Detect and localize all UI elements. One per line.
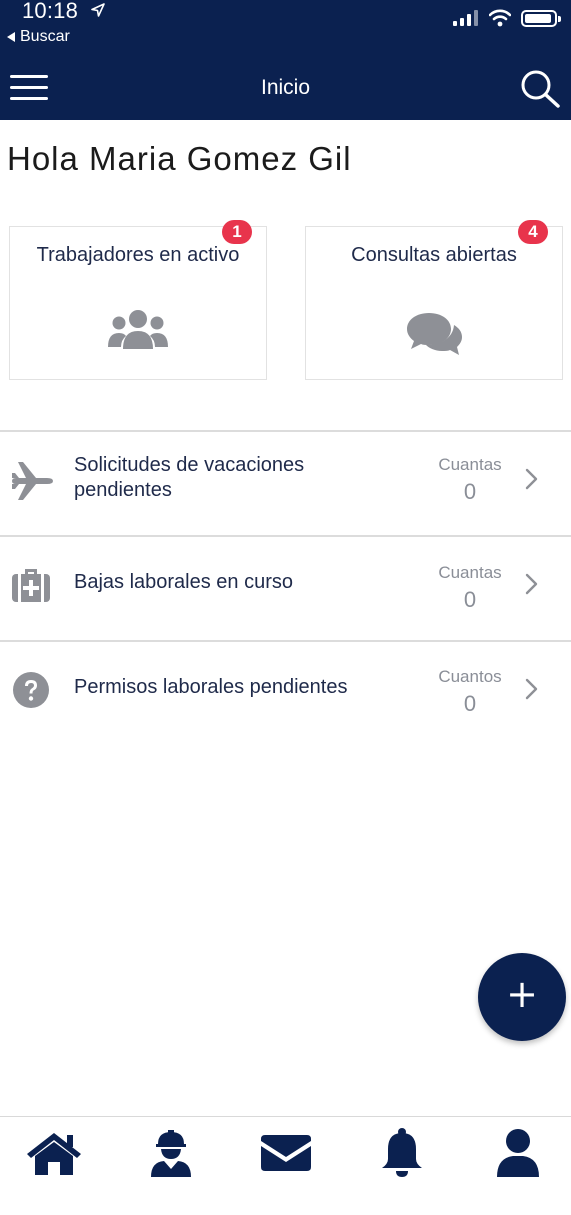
- count-label: Cuantas: [438, 563, 502, 582]
- bottom-nav: [0, 1116, 571, 1215]
- chat-bubbles-icon: [407, 313, 462, 355]
- page-title: Inicio: [260, 76, 311, 99]
- battery-icon: [521, 10, 561, 27]
- count-label: Cuantos: [438, 667, 502, 686]
- list-item-vacation-requests[interactable]: Solicitudes de vacaciones pendientes Cua…: [0, 432, 571, 536]
- card-active-workers[interactable]: Trabajadores en activo 1: [9, 220, 267, 380]
- count-label: Cuantas: [438, 455, 502, 474]
- worker-helmet-icon: [151, 1130, 191, 1177]
- back-to-search-link[interactable]: Buscar: [7, 28, 70, 46]
- add-fab-button[interactable]: +: [478, 953, 566, 1041]
- count-badge: 1: [222, 220, 252, 244]
- back-triangle-icon: [7, 32, 15, 42]
- chevron-right-icon: [525, 468, 538, 490]
- list-item-sick-leaves[interactable]: Bajas laborales en curso Cuantas 0: [0, 537, 571, 641]
- signal-icon: [453, 10, 478, 26]
- users-group-icon: [108, 310, 168, 349]
- row-label: Solicitudes de vacaciones pendientes: [74, 454, 305, 501]
- envelope-icon: [261, 1135, 311, 1171]
- nav-profile[interactable]: [486, 1125, 550, 1181]
- nav-workers[interactable]: [139, 1125, 203, 1181]
- wifi-icon: [489, 9, 511, 27]
- count-badge: 4: [518, 220, 548, 244]
- count-value: 0: [463, 479, 477, 504]
- nav-notifications[interactable]: [370, 1125, 434, 1181]
- status-time: 10:18: [22, 0, 79, 23]
- location-arrow-icon: [91, 3, 105, 17]
- search-icon[interactable]: [519, 68, 561, 108]
- count-value: 0: [463, 587, 477, 612]
- row-label: Bajas laborales en curso: [74, 571, 294, 593]
- airplane-icon: [12, 462, 53, 500]
- question-circle-icon: [13, 672, 49, 708]
- app-screen: 10:18 Buscar Inicio Hola Maria Gomez Gil: [0, 0, 571, 1215]
- card-open-queries[interactable]: Consultas abiertas 4: [305, 220, 563, 380]
- medical-kit-icon: [12, 569, 50, 602]
- chevron-right-icon: [525, 678, 538, 700]
- list-item-work-permits[interactable]: Permisos laborales pendientes Cuantos 0: [0, 642, 571, 746]
- chevron-right-icon: [525, 573, 538, 595]
- back-label: Buscar: [20, 28, 70, 45]
- greeting-text: Hola Maria Gomez Gil: [7, 140, 352, 177]
- row-label: Permisos laborales pendientes: [74, 676, 348, 698]
- nav-messages[interactable]: [254, 1125, 318, 1181]
- card-title: Consultas abiertas: [351, 244, 517, 266]
- home-icon: [27, 1133, 81, 1175]
- top-header: 10:18 Buscar Inicio: [0, 0, 571, 120]
- card-title: Trabajadores en activo: [36, 244, 240, 266]
- plus-icon: +: [506, 972, 538, 1016]
- bell-icon: [382, 1128, 422, 1177]
- user-icon: [497, 1129, 539, 1177]
- count-value: 0: [463, 691, 477, 716]
- nav-home[interactable]: [22, 1125, 86, 1181]
